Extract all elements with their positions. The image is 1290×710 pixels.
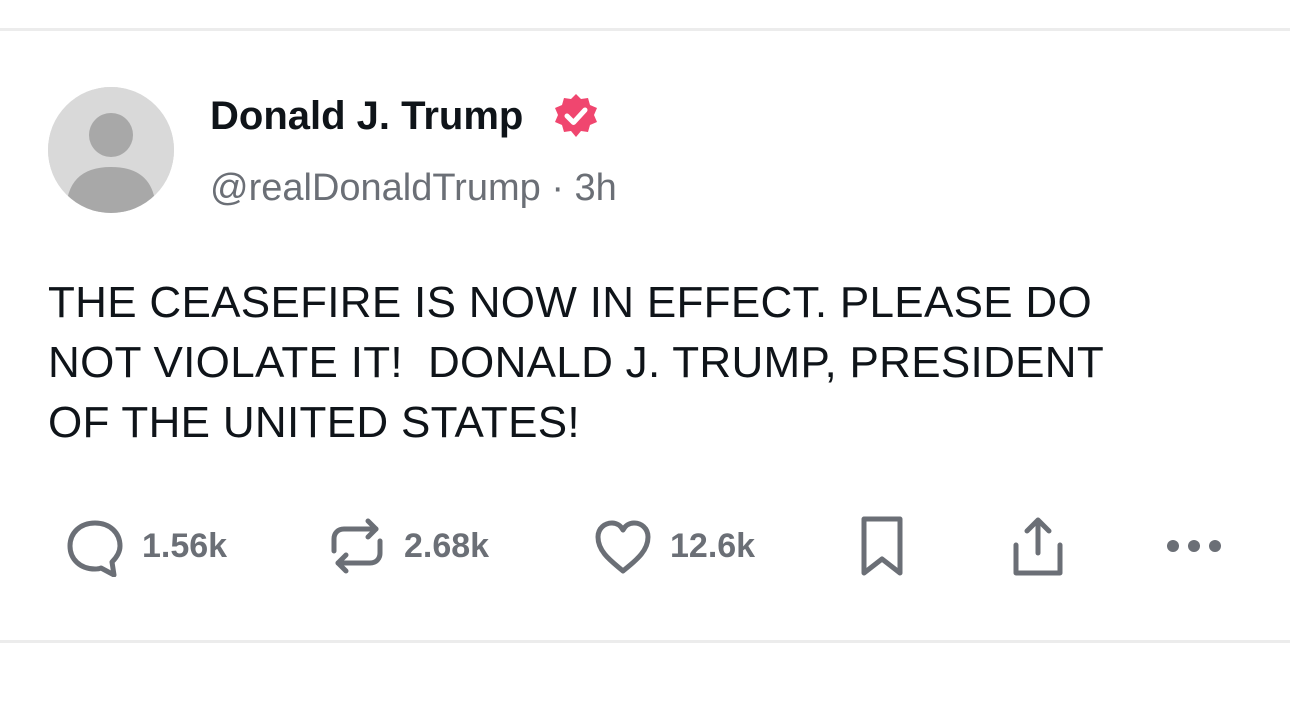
like-button[interactable]: 12.6k — [592, 510, 755, 582]
meta-separator: · — [551, 167, 564, 209]
like-count: 12.6k — [670, 527, 756, 565]
post-actions: 1.56k 2.68k 12.6k — [0, 510, 1290, 582]
bottom-divider — [0, 640, 1290, 643]
bookmark-button[interactable] — [856, 510, 908, 582]
more-options-button[interactable] — [1164, 510, 1224, 582]
author-avatar[interactable] — [48, 87, 174, 213]
reply-button[interactable]: 1.56k — [64, 510, 227, 582]
author-name[interactable]: Donald J. Trump — [210, 94, 523, 138]
verified-badge-icon — [552, 92, 600, 140]
bookmark-icon — [856, 513, 908, 579]
post-text: THE CEASEFIRE IS NOW IN EFFECT. PLEASE D… — [48, 278, 1105, 447]
repost-button[interactable]: 2.68k — [326, 510, 489, 582]
share-button[interactable] — [1008, 510, 1068, 582]
repost-icon — [326, 515, 388, 577]
author-handle[interactable]: @realDonaldTrump — [210, 167, 541, 209]
avatar-placeholder-icon — [48, 87, 174, 213]
repost-count: 2.68k — [404, 527, 490, 565]
more-icon — [1164, 536, 1224, 556]
handle-line: @realDonaldTrump · 3h — [210, 166, 617, 210]
reply-icon — [64, 515, 126, 577]
post-timestamp[interactable]: 3h — [575, 167, 617, 209]
share-icon — [1008, 513, 1068, 579]
like-icon — [592, 515, 654, 577]
reply-count: 1.56k — [142, 527, 228, 565]
